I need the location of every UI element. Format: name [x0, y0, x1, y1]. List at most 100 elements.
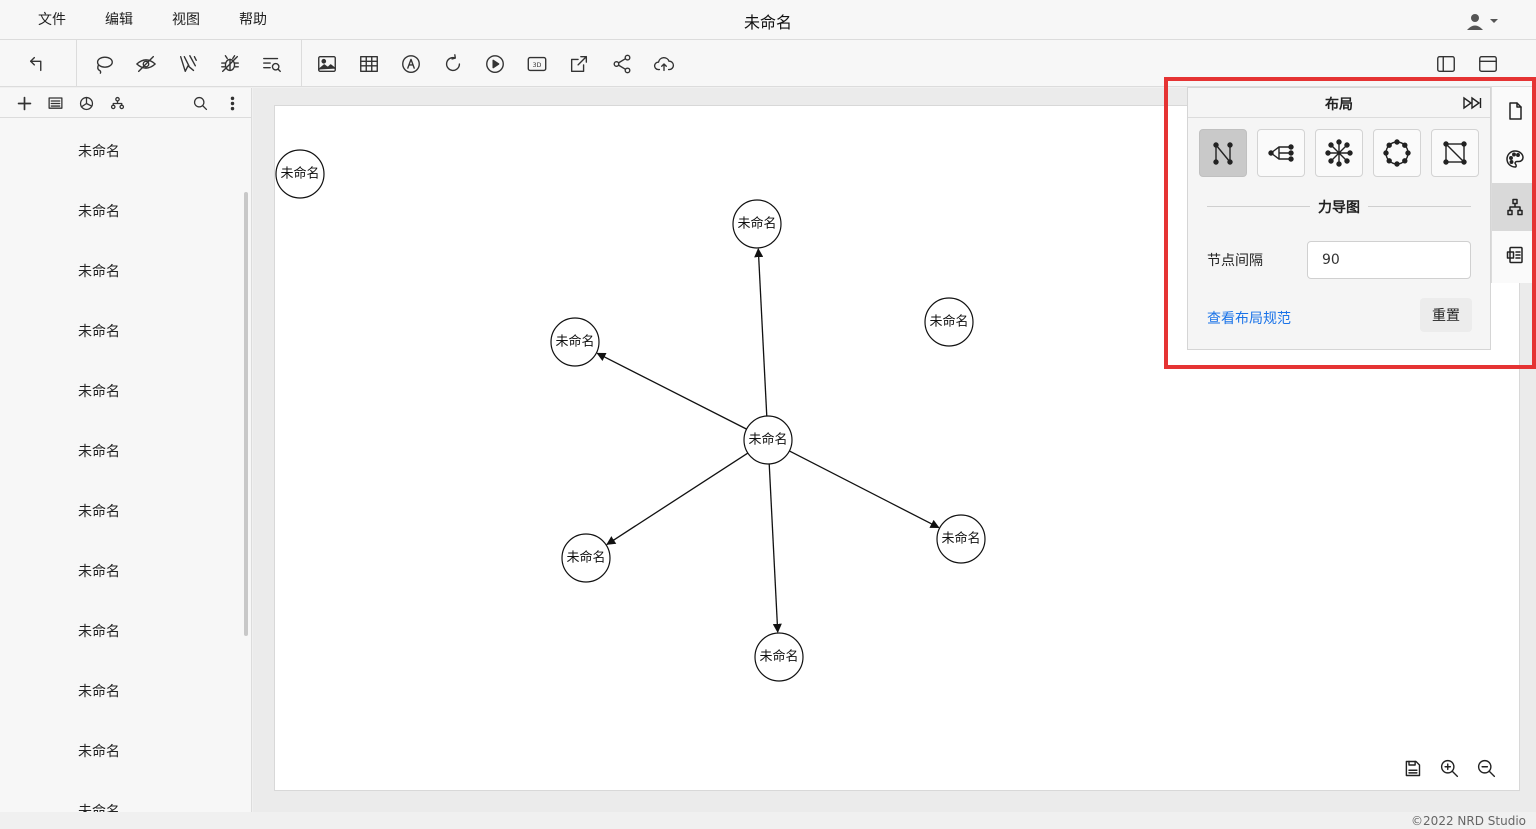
list-item[interactable]: 未命名	[78, 621, 120, 641]
chart-view-button[interactable]	[75, 92, 97, 114]
collapse-panel-button[interactable]	[1460, 93, 1484, 113]
sidebar: 未命名 未命名 未命名 未命名 未命名 未命名 未命名 未命名 未命名 未命名 …	[0, 88, 252, 812]
save-view-button[interactable]	[1399, 755, 1425, 781]
toggle-sidebar-icon	[1437, 55, 1455, 73]
export-icon	[570, 55, 588, 73]
section-title-text: 力导图	[1310, 200, 1368, 216]
export-button[interactable]	[565, 50, 593, 78]
menu-help[interactable]: 帮助	[239, 9, 267, 29]
list-item[interactable]: 未命名	[78, 261, 120, 281]
more-button[interactable]	[221, 92, 243, 114]
list-item[interactable]: 未命名	[78, 801, 120, 812]
tree-layout-icon	[1268, 144, 1294, 162]
graph-edge[interactable]	[606, 452, 749, 545]
section-title: 力导图	[1188, 197, 1490, 217]
table-button[interactable]	[355, 50, 383, 78]
list-item[interactable]: 未命名	[78, 201, 120, 221]
list-item[interactable]: 未命名	[78, 681, 120, 701]
graph-edge[interactable]	[789, 450, 940, 529]
spacing-input[interactable]	[1307, 241, 1471, 279]
list-view-button[interactable]	[44, 92, 66, 114]
hide-button[interactable]	[132, 50, 160, 78]
circular-layout-option[interactable]	[1373, 129, 1421, 177]
toggle-panel-button[interactable]	[1474, 50, 1502, 78]
brush-button[interactable]	[174, 50, 202, 78]
brush-icon	[179, 55, 197, 73]
reset-button[interactable]: 重置	[1420, 298, 1472, 332]
list-item[interactable]: 未命名	[78, 741, 120, 761]
list-icon	[47, 96, 63, 109]
play-icon	[486, 55, 504, 73]
3d-button[interactable]: 3D	[523, 50, 551, 78]
graph-edge[interactable]	[596, 352, 747, 430]
sidebar-scrollbar[interactable]	[244, 192, 248, 636]
cloud-upload-icon	[653, 57, 675, 72]
image-icon	[318, 55, 336, 73]
info-card-icon	[1506, 246, 1523, 264]
graph-node[interactable]: 未命名	[924, 297, 974, 347]
more-vertical-icon	[230, 96, 234, 110]
debug-button[interactable]	[216, 50, 244, 78]
refresh-button[interactable]	[439, 50, 467, 78]
add-button[interactable]	[13, 92, 35, 114]
list-item[interactable]: 未命名	[78, 141, 120, 161]
graph-edge[interactable]	[754, 248, 768, 417]
document-title: 未命名	[743, 13, 792, 32]
undo-button[interactable]	[24, 50, 52, 78]
tree-layout-option[interactable]	[1257, 129, 1305, 177]
menu-edit[interactable]: 编辑	[105, 9, 133, 29]
menu-file[interactable]: 文件	[38, 9, 66, 29]
list-item[interactable]: 未命名	[78, 561, 120, 581]
layout-spec-link[interactable]: 查看布局规范	[1207, 308, 1291, 328]
spacing-label: 节点间隔	[1207, 253, 1263, 269]
graph-node-label: 未命名	[941, 531, 980, 547]
text-icon	[402, 55, 420, 73]
graph-node[interactable]: 未命名	[275, 149, 325, 199]
page-tab[interactable]	[1492, 87, 1536, 135]
graph-node-label: 未命名	[566, 550, 605, 566]
style-tab[interactable]	[1492, 135, 1536, 183]
zoom-out-icon	[1477, 759, 1495, 777]
table-icon	[360, 55, 378, 73]
graph-node-label: 未命名	[280, 166, 319, 182]
list-item[interactable]: 未命名	[78, 501, 120, 521]
user-menu[interactable]	[1464, 10, 1504, 32]
cloud-upload-button[interactable]	[650, 50, 678, 78]
filter-search-button[interactable]	[258, 50, 286, 78]
hierarchy-view-button[interactable]	[106, 92, 128, 114]
graph-node[interactable]: 未命名	[561, 533, 611, 583]
share-button[interactable]	[608, 50, 636, 78]
radial-layout-option[interactable]	[1315, 129, 1363, 177]
graph-node[interactable]: 未命名	[936, 514, 986, 564]
search-button[interactable]	[189, 92, 211, 114]
zoom-out-button[interactable]	[1473, 755, 1499, 781]
info-tab[interactable]	[1492, 231, 1536, 279]
lasso-button[interactable]	[90, 50, 118, 78]
force-layout-option[interactable]	[1199, 129, 1247, 177]
graph-node-label: 未命名	[759, 649, 798, 665]
grid-layout-option[interactable]	[1431, 129, 1479, 177]
list-item[interactable]: 未命名	[78, 381, 120, 401]
zoom-in-button[interactable]	[1436, 755, 1462, 781]
play-button[interactable]	[481, 50, 509, 78]
image-button[interactable]	[313, 50, 341, 78]
menu-view[interactable]: 视图	[172, 9, 200, 29]
graph-node[interactable]: 未命名	[550, 317, 600, 367]
sidebar-header	[0, 88, 251, 118]
list-item[interactable]: 未命名	[78, 321, 120, 341]
graph-edge[interactable]	[768, 463, 782, 633]
list-item[interactable]: 未命名	[78, 441, 120, 461]
hierarchy-icon	[110, 96, 124, 109]
graph-node[interactable]: 未命名	[732, 199, 782, 249]
toolbar: 3D	[0, 40, 1536, 87]
graph-node[interactable]: 未命名	[754, 632, 804, 682]
toggle-panel-icon	[1479, 55, 1497, 73]
radial-layout-icon	[1325, 139, 1353, 167]
pie-chart-icon	[79, 96, 93, 110]
toggle-sidebar-button[interactable]	[1432, 50, 1460, 78]
layout-tab[interactable]	[1492, 183, 1536, 231]
fast-forward-icon	[1463, 96, 1482, 110]
layout-panel: 布局 力导图 节点间隔 查看布局规范 重置	[1187, 87, 1491, 350]
text-button[interactable]	[397, 50, 425, 78]
graph-node[interactable]: 未命名	[743, 415, 793, 465]
